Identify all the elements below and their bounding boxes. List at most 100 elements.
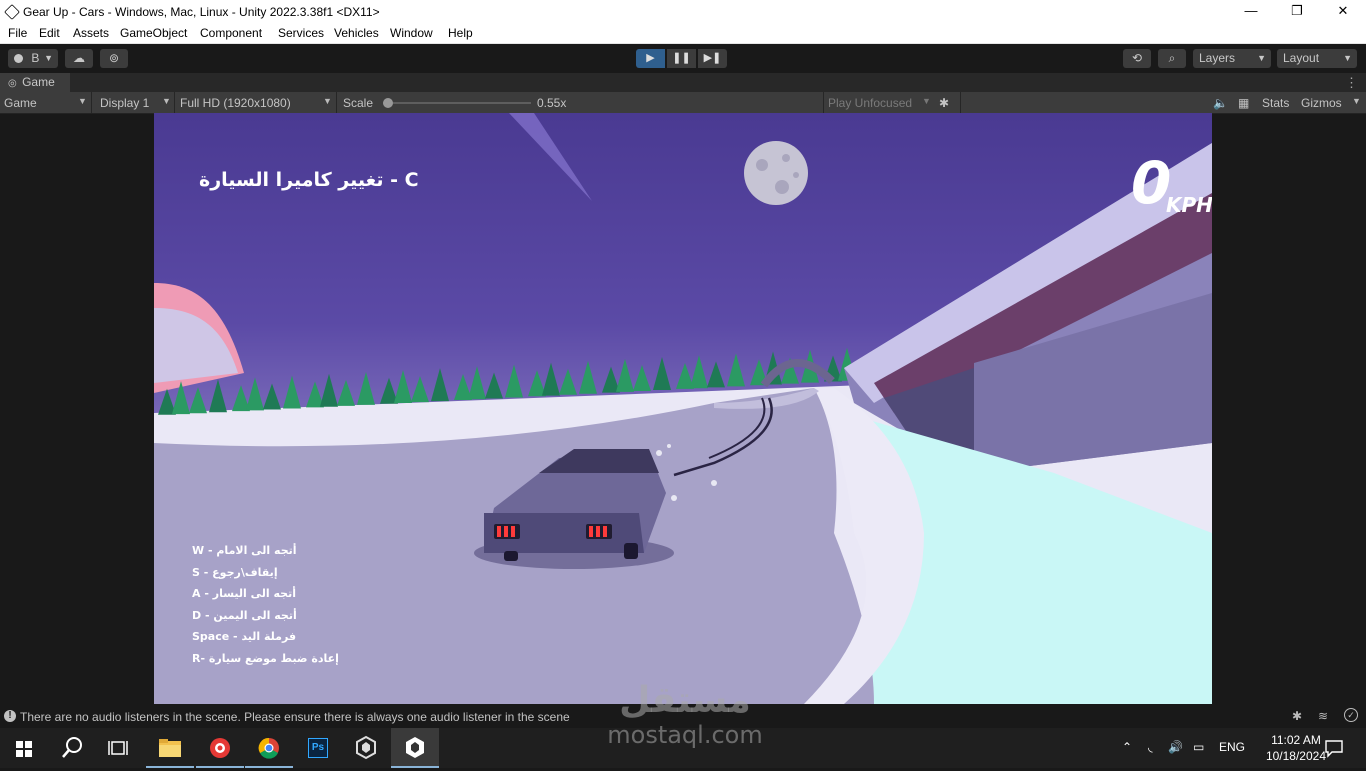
control-action: أتجه الى اليمين [213,608,297,622]
scale-value: 0.55x [537,96,567,110]
minimize-button[interactable]: — [1228,0,1274,23]
progress-icon[interactable]: ≋ [1318,709,1328,723]
tab-game[interactable]: ◎ Game [0,73,70,92]
scale-slider[interactable] [383,98,531,108]
control-action: أتجه الى الامام [216,544,297,557]
menu-help[interactable]: Help [448,26,473,40]
volume-icon[interactable]: 🔊 [1168,740,1183,754]
system-clock[interactable]: 11:02 AM 10/18/2024 [1266,732,1326,764]
task-view-icon [108,741,128,755]
menu-vehicles[interactable]: Vehicles [334,26,379,40]
chevron-down-icon: ▼ [1343,53,1352,63]
control-row: D - أتجه الى اليمين [192,608,297,622]
account-icon [14,54,23,63]
layout-dropdown[interactable]: Layout ▼ [1277,49,1357,68]
control-key: A [192,587,201,600]
control-action: فرملة اليد [241,630,297,643]
console-status-bar[interactable]: ! There are no audio listeners in the sc… [0,704,1366,728]
taskbar-file-explorer[interactable] [146,728,194,768]
debug-icon[interactable]: ✱ [1292,709,1302,723]
more-options-icon[interactable]: ⋮ [1345,73,1358,92]
recorder-icon [210,738,230,758]
check-icon[interactable]: ✓ [1344,708,1358,722]
title-bar: Gear Up - Cars - Windows, Mac, Linux - U… [0,0,1366,23]
view-mode-dropdown[interactable]: Game [4,96,37,110]
collab-button[interactable]: ⊚ [100,49,128,68]
unity-editor-icon [406,737,424,758]
notifications-icon[interactable] [1324,738,1344,758]
unity-logo-icon [4,4,20,20]
step-icon: ▶❚ [703,52,722,64]
menu-file[interactable]: File [8,26,27,40]
menu-edit[interactable]: Edit [39,26,60,40]
menu-component[interactable]: Component [200,26,262,40]
menu-assets[interactable]: Assets [73,26,109,40]
windows-taskbar: Ps ⌃ ◟ 🔊 ▭ ENG 11:02 AM 10/18/2024 [0,728,1366,768]
game-viewport[interactable]: تغيير كاميرا السيارة - C 0 KPH W - أتجه … [154,113,1212,704]
control-row: A - أتجه الى اليسار [192,587,296,600]
scale-slider-handle[interactable] [383,98,393,108]
layers-label: Layers [1199,51,1236,65]
display-dropdown[interactable]: Display 1 [100,96,149,110]
battery-icon[interactable]: ▭ [1193,740,1204,754]
pause-button[interactable]: ❚❚ [667,49,696,68]
search-button[interactable]: ⌕ [1158,49,1186,68]
photoshop-icon: Ps [308,738,328,758]
menu-gameobject[interactable]: GameObject [120,26,187,40]
taskbar-photoshop[interactable]: Ps [294,728,342,768]
controls-list: W - أتجه الى الامام S - إيقاف\رجوع A - أ… [192,544,339,673]
info-icon: ! [4,710,16,722]
chrome-icon [258,737,279,759]
account-dropdown[interactable]: B ▼ [8,49,58,68]
step-button[interactable]: ▶❚ [698,49,727,68]
start-button[interactable] [0,728,48,768]
control-row: R- إعادة ضبط موضع سيارة [192,651,339,665]
menu-window[interactable]: Window [390,26,433,40]
gizmos-button[interactable]: Gizmos [1301,96,1342,110]
taskbar-unity-editor[interactable] [391,728,439,768]
bug-icon[interactable]: ✱ [939,96,949,110]
control-row: S - إيقاف\رجوع [192,565,278,579]
close-button[interactable]: ✕ [1320,0,1366,23]
divider [823,92,824,113]
tab-game-label: Game [22,75,55,89]
chevron-up-icon[interactable]: ⌃ [1122,740,1132,754]
clock-date: 10/18/2024 [1265,749,1326,763]
task-view-button[interactable] [96,728,144,768]
chevron-down-icon: ▼ [78,96,87,106]
wifi-icon[interactable]: ◟ [1148,740,1153,754]
play-focus-dropdown[interactable]: Play Unfocused [828,96,912,110]
play-icon: ▶ [646,52,655,64]
layers-dropdown[interactable]: Layers ▼ [1193,49,1271,68]
resolution-dropdown[interactable]: Full HD (1920x1080) [180,96,291,110]
grid-icon[interactable]: ▦ [1238,96,1249,110]
control-action: إعادة ضبط موضع سيارة [208,651,339,665]
history-button[interactable]: ⟲ [1123,49,1151,68]
chevron-down-icon: ▼ [162,96,171,106]
maximize-button[interactable]: ❐ [1274,0,1320,23]
tab-bar: ◎ Game ⋮ [0,73,1366,92]
cloud-icon: ☁ [73,51,85,65]
control-row: Space - فرملة اليد [192,630,297,643]
window-title: Gear Up - Cars - Windows, Mac, Linux - U… [23,5,380,19]
control-action: إيقاف\رجوع [212,565,278,579]
search-icon: ⌕ [1168,51,1176,65]
chevron-down-icon: ▼ [44,53,53,63]
gamepad-icon: ◎ [8,78,17,89]
taskbar-recorder[interactable] [196,728,244,768]
play-button[interactable]: ▶ [636,49,665,68]
chevron-down-icon: ▼ [1352,96,1361,106]
menu-services[interactable]: Services [278,26,324,40]
stats-button[interactable]: Stats [1262,96,1289,110]
taskbar-unity-hub[interactable] [342,728,390,768]
search-button[interactable] [48,728,96,768]
unity-hub-icon [356,735,376,760]
cloud-button[interactable]: ☁ [65,49,93,68]
control-key: R [192,651,201,665]
language-indicator[interactable]: ENG [1219,740,1245,754]
status-message[interactable]: There are no audio listeners in the scen… [20,710,570,724]
chevron-down-icon: ▼ [1257,53,1266,63]
mute-audio-icon[interactable]: 🔈 [1213,96,1228,110]
game-view-toolbar: Game ▼ Display 1 ▼ Full HD (1920x1080) ▼… [0,92,1366,114]
taskbar-chrome[interactable] [245,728,293,768]
